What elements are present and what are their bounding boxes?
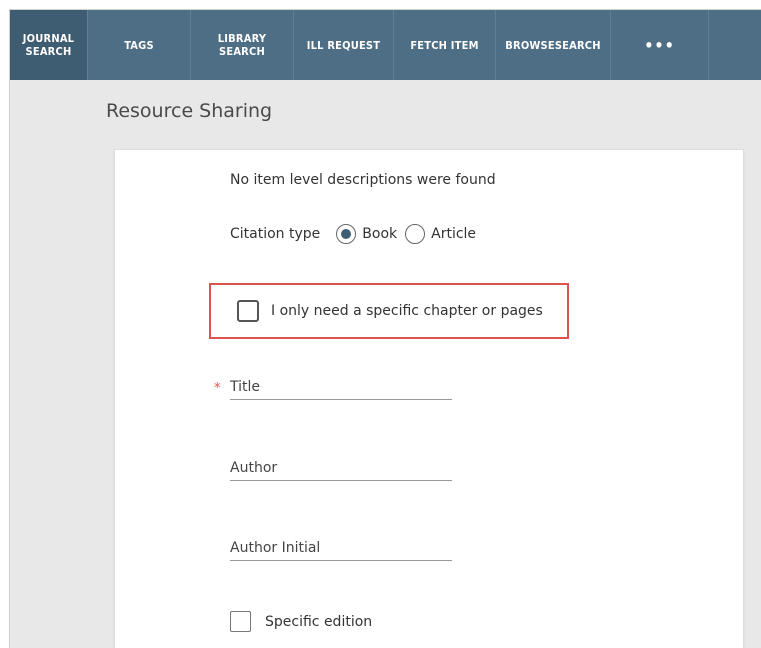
citation-type-group: Citation type Book Article bbox=[230, 224, 484, 244]
required-asterisk: * bbox=[214, 381, 221, 396]
item-description-notice: No item level descriptions were found bbox=[230, 172, 496, 188]
radio-selected-dot bbox=[341, 229, 352, 239]
nav-browse-search[interactable]: BROWSESEARCH bbox=[496, 10, 611, 80]
radio-book-label[interactable]: Book bbox=[362, 226, 397, 242]
specific-edition-row: Specific edition bbox=[230, 611, 372, 632]
specific-edition-checkbox[interactable] bbox=[230, 611, 251, 632]
radio-book[interactable] bbox=[336, 224, 357, 244]
nav-fetch-item[interactable]: FETCH ITEM bbox=[394, 10, 496, 80]
author-field[interactable]: Author bbox=[230, 457, 452, 481]
resource-sharing-form: No item level descriptions were found Ci… bbox=[114, 149, 744, 648]
top-navbar: JOURNAL SEARCH TAGS LIBRARY SEARCH ILL R… bbox=[10, 10, 761, 80]
chapter-checkbox-highlight: I only need a specific chapter or pages bbox=[209, 283, 569, 339]
app-frame: JOURNAL SEARCH TAGS LIBRARY SEARCH ILL R… bbox=[9, 9, 761, 648]
nav-journal-search[interactable]: JOURNAL SEARCH bbox=[10, 10, 88, 80]
radio-article[interactable] bbox=[405, 224, 426, 244]
chapter-checkbox-label[interactable]: I only need a specific chapter or pages bbox=[271, 303, 543, 319]
nav-more-icon[interactable]: ••• bbox=[611, 10, 709, 80]
nav-library-search[interactable]: LIBRARY SEARCH bbox=[191, 10, 294, 80]
citation-type-label: Citation type bbox=[230, 226, 321, 242]
page-title: Resource Sharing bbox=[106, 100, 273, 122]
specific-edition-label[interactable]: Specific edition bbox=[265, 614, 372, 630]
title-field[interactable]: Title bbox=[230, 376, 452, 400]
nav-tags[interactable]: TAGS bbox=[88, 10, 191, 80]
author-initial-field[interactable]: Author Initial bbox=[230, 537, 452, 561]
nav-ill-request[interactable]: ILL REQUEST bbox=[294, 10, 394, 80]
chapter-checkbox[interactable] bbox=[237, 300, 259, 322]
radio-article-label[interactable]: Article bbox=[431, 226, 476, 242]
